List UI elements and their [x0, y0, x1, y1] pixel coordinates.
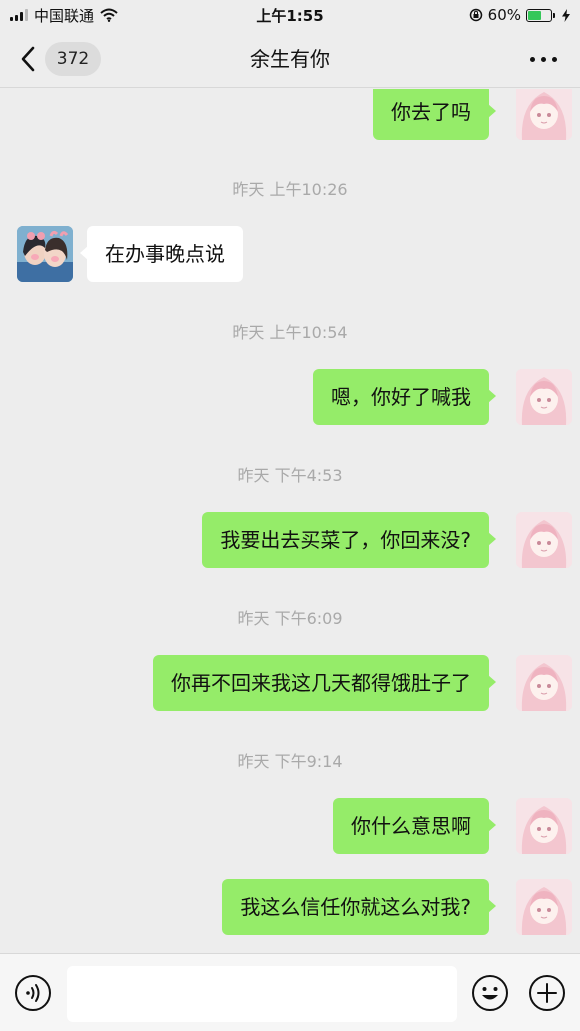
back-chevron-icon[interactable]: [18, 44, 38, 74]
chat-title: 余生有你: [250, 47, 330, 71]
more-options-button[interactable]: [528, 50, 558, 68]
couple-photo-avatar-icon: [17, 226, 73, 282]
anime-girl-avatar-icon: [516, 512, 572, 568]
contact-message-bubble[interactable]: 在办事晚点说: [80, 226, 243, 282]
battery-fill: [528, 10, 542, 20]
contact-avatar[interactable]: [17, 226, 73, 282]
carrier-label: 中国联通: [34, 6, 95, 25]
unread-count-badge[interactable]: 372: [45, 42, 101, 76]
status-left: 中国联通: [10, 5, 118, 26]
my-avatar[interactable]: [516, 798, 572, 854]
anime-girl-avatar-icon: [516, 879, 572, 935]
battery-icon: [526, 8, 555, 22]
rotation-lock-icon: [469, 8, 482, 22]
my-avatar[interactable]: [516, 512, 572, 568]
battery-percent: 60%: [487, 6, 521, 24]
message-input[interactable]: [67, 966, 457, 1022]
nav-bar: 372 余生有你: [0, 30, 580, 88]
my-message-bubble[interactable]: 你去了吗: [373, 89, 496, 140]
input-bar: [0, 953, 580, 1031]
timestamp: 昨天 下午4:53: [237, 466, 343, 485]
timestamp: 昨天 下午9:14: [237, 752, 343, 771]
my-message-bubble[interactable]: 我这么信任你就这么对我?: [222, 879, 496, 935]
charging-icon: [562, 8, 570, 22]
anime-girl-avatar-icon: [516, 89, 572, 140]
plus-icon[interactable]: [528, 974, 566, 1012]
my-avatar[interactable]: [516, 369, 572, 425]
wifi-icon: [100, 8, 118, 22]
more-dot-icon: [540, 56, 546, 62]
emoji-icon[interactable]: [471, 974, 509, 1012]
my-message-bubble[interactable]: 我要出去买菜了，你回来没?: [202, 512, 496, 568]
timestamp: 昨天 上午10:54: [232, 323, 348, 342]
my-avatar[interactable]: [516, 879, 572, 935]
chat-messages[interactable]: 你去了吗 昨天 上午10:26 在办事晚点说 昨天 上午10:54 嗯，你好了喊…: [0, 89, 580, 953]
more-dot-icon: [529, 56, 535, 62]
anime-girl-avatar-icon: [516, 655, 572, 711]
my-avatar[interactable]: [516, 89, 572, 140]
timestamp: 昨天 上午10:26: [232, 180, 348, 199]
anime-girl-avatar-icon: [516, 369, 572, 425]
status-bar: 中国联通 上午1:55 60%: [0, 0, 580, 30]
my-message-bubble[interactable]: 你什么意思啊: [333, 798, 496, 854]
my-message-bubble[interactable]: 你再不回来我这几天都得饿肚子了: [153, 655, 496, 711]
my-message-bubble[interactable]: 嗯，你好了喊我: [313, 369, 496, 425]
status-right: 60%: [469, 6, 570, 24]
my-avatar[interactable]: [516, 655, 572, 711]
voice-icon[interactable]: [14, 974, 52, 1012]
more-dot-icon: [551, 56, 557, 62]
timestamp: 昨天 下午6:09: [237, 609, 343, 628]
signal-icon: [10, 9, 28, 21]
anime-girl-avatar-icon: [516, 798, 572, 854]
